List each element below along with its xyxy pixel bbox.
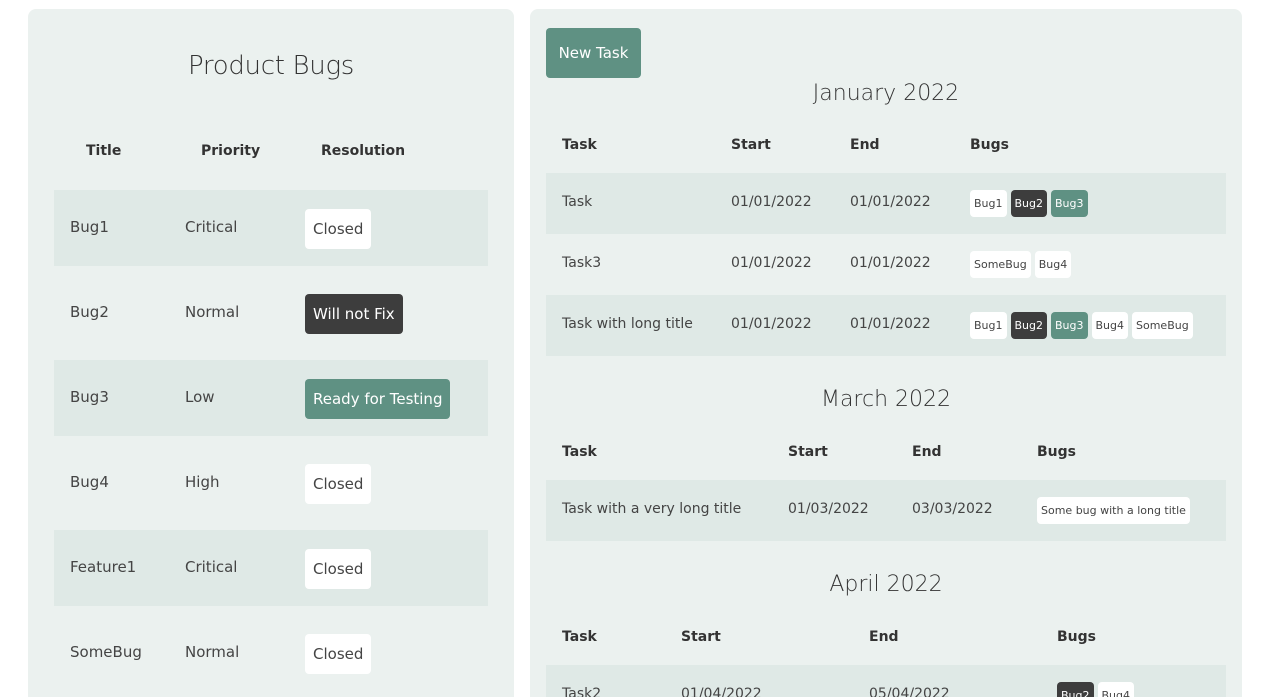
bug-row[interactable]: Bug2 Normal Will not Fix xyxy=(54,275,488,351)
task-bugs: SomeBug Bug4 xyxy=(970,251,1075,278)
col-start-header: Start xyxy=(788,444,828,460)
col-end-header: End xyxy=(869,629,899,645)
bug-chip[interactable]: Bug4 xyxy=(1034,251,1072,278)
bug-chip[interactable]: Some bug with a long title xyxy=(1037,497,1190,524)
bug-row[interactable]: Feature1 Critical Closed xyxy=(54,530,488,606)
bugs-table-header: Title Priority Resolution xyxy=(54,143,488,165)
task-title: Task2 xyxy=(562,686,602,697)
task-bugs: Some bug with a long title xyxy=(1037,497,1194,524)
bug-chip[interactable]: Bug2 xyxy=(1057,682,1094,697)
bug-chip[interactable]: Bug4 xyxy=(1091,312,1128,339)
col-bugs-header: Bugs xyxy=(970,137,1009,153)
bug-priority: Normal xyxy=(185,643,240,661)
resolution-badge[interactable]: Closed xyxy=(305,634,372,674)
bug-chip[interactable]: Bug3 xyxy=(1051,312,1088,339)
bug-chip[interactable]: Bug1 xyxy=(970,312,1007,339)
task-bugs: Bug1 Bug2 Bug3 Bug4 SomeBug xyxy=(970,312,1197,339)
resolution-badge[interactable]: Will not Fix xyxy=(305,294,403,334)
col-bugs-header: Bugs xyxy=(1057,629,1096,645)
bug-priority: Critical xyxy=(185,558,238,576)
task-end: 01/01/2022 xyxy=(850,316,931,332)
col-bugs-header: Bugs xyxy=(1037,444,1076,460)
task-row[interactable]: Task with long title 01/01/2022 01/01/20… xyxy=(546,295,1226,356)
month-title: April 2022 xyxy=(829,572,943,597)
bug-title: SomeBug xyxy=(70,643,142,661)
resolution-badge[interactable]: Closed xyxy=(305,464,372,504)
col-task-header: Task xyxy=(562,629,597,645)
task-start: 01/04/2022 xyxy=(681,686,762,697)
task-end: 01/01/2022 xyxy=(850,255,931,271)
bug-chip[interactable]: Bug3 xyxy=(1051,190,1088,217)
col-end-header: End xyxy=(912,444,942,460)
bug-title: Bug3 xyxy=(70,388,109,406)
col-title-header: Title xyxy=(86,143,122,159)
task-end: 05/04/2022 xyxy=(869,686,950,697)
bug-title: Bug2 xyxy=(70,303,109,321)
task-start: 01/01/2022 xyxy=(731,316,812,332)
bug-chip[interactable]: Bug1 xyxy=(970,190,1007,217)
tasks-table-header: Task Start End Bugs xyxy=(546,444,1226,466)
bug-title: Bug4 xyxy=(70,473,109,491)
task-start: 01/03/2022 xyxy=(788,501,869,517)
task-bugs: Bug2 Bug4 xyxy=(1057,682,1138,697)
task-row[interactable]: Task with a very long title 01/03/2022 0… xyxy=(546,480,1226,541)
col-start-header: Start xyxy=(731,137,771,153)
bug-chip[interactable]: Bug2 xyxy=(1010,312,1047,339)
month-title: January 2022 xyxy=(812,81,960,106)
bug-priority: High xyxy=(185,473,220,491)
bug-chip[interactable]: SomeBug xyxy=(1132,312,1193,339)
bug-row[interactable]: Bug4 High Closed xyxy=(54,445,488,521)
bugs-title: Product Bugs xyxy=(187,51,355,81)
task-start: 01/01/2022 xyxy=(731,194,812,210)
bug-chip[interactable]: SomeBug xyxy=(970,251,1031,278)
tasks-table-header: Task Start End Bugs xyxy=(546,137,1226,159)
bug-priority: Normal xyxy=(185,303,240,321)
bug-title: Feature1 xyxy=(70,558,137,576)
bug-chip[interactable]: Bug2 xyxy=(1010,190,1047,217)
bug-row[interactable]: SomeBug Normal Closed xyxy=(54,615,488,691)
month-title: March 2022 xyxy=(820,387,952,412)
resolution-badge[interactable]: Ready for Testing xyxy=(305,379,451,419)
bugs-panel: Product Bugs Title Priority Resolution B… xyxy=(28,9,514,697)
task-bugs: Bug1 Bug2 Bug3 xyxy=(970,190,1092,217)
resolution-badge[interactable]: Closed xyxy=(305,549,372,589)
bug-priority: Critical xyxy=(185,218,238,236)
bug-title: Bug1 xyxy=(70,218,109,236)
task-row[interactable]: Task 01/01/2022 01/01/2022 Bug1 Bug2 Bug3 xyxy=(546,173,1226,234)
tasks-panel: New Task January 2022 Task Start End Bug… xyxy=(530,9,1242,697)
tasks-table-header: Task Start End Bugs xyxy=(546,629,1226,651)
task-title: Task with long title xyxy=(562,316,693,332)
task-end: 01/01/2022 xyxy=(850,194,931,210)
task-start: 01/01/2022 xyxy=(731,255,812,271)
task-title: Task with a very long title xyxy=(562,501,742,517)
bug-chip[interactable]: Bug4 xyxy=(1097,682,1134,697)
task-row[interactable]: Task2 01/04/2022 05/04/2022 Bug2 Bug4 xyxy=(546,665,1226,697)
col-start-header: Start xyxy=(681,629,721,645)
task-end: 03/03/2022 xyxy=(912,501,993,517)
bug-priority: Low xyxy=(185,388,215,406)
col-priority-header: Priority xyxy=(201,143,261,159)
task-title: Task xyxy=(562,194,593,210)
resolution-badge[interactable]: Closed xyxy=(305,209,372,249)
task-row[interactable]: Task3 01/01/2022 01/01/2022 SomeBug Bug4 xyxy=(546,234,1226,295)
col-resolution-header: Resolution xyxy=(321,143,406,159)
col-task-header: Task xyxy=(562,137,597,153)
bug-row[interactable]: Bug1 Critical Closed xyxy=(54,190,488,266)
bug-row[interactable]: Bug3 Low Ready for Testing xyxy=(54,360,488,436)
col-end-header: End xyxy=(850,137,880,153)
new-task-button[interactable]: New Task xyxy=(546,28,641,78)
task-title: Task3 xyxy=(562,255,602,271)
col-task-header: Task xyxy=(562,444,597,460)
